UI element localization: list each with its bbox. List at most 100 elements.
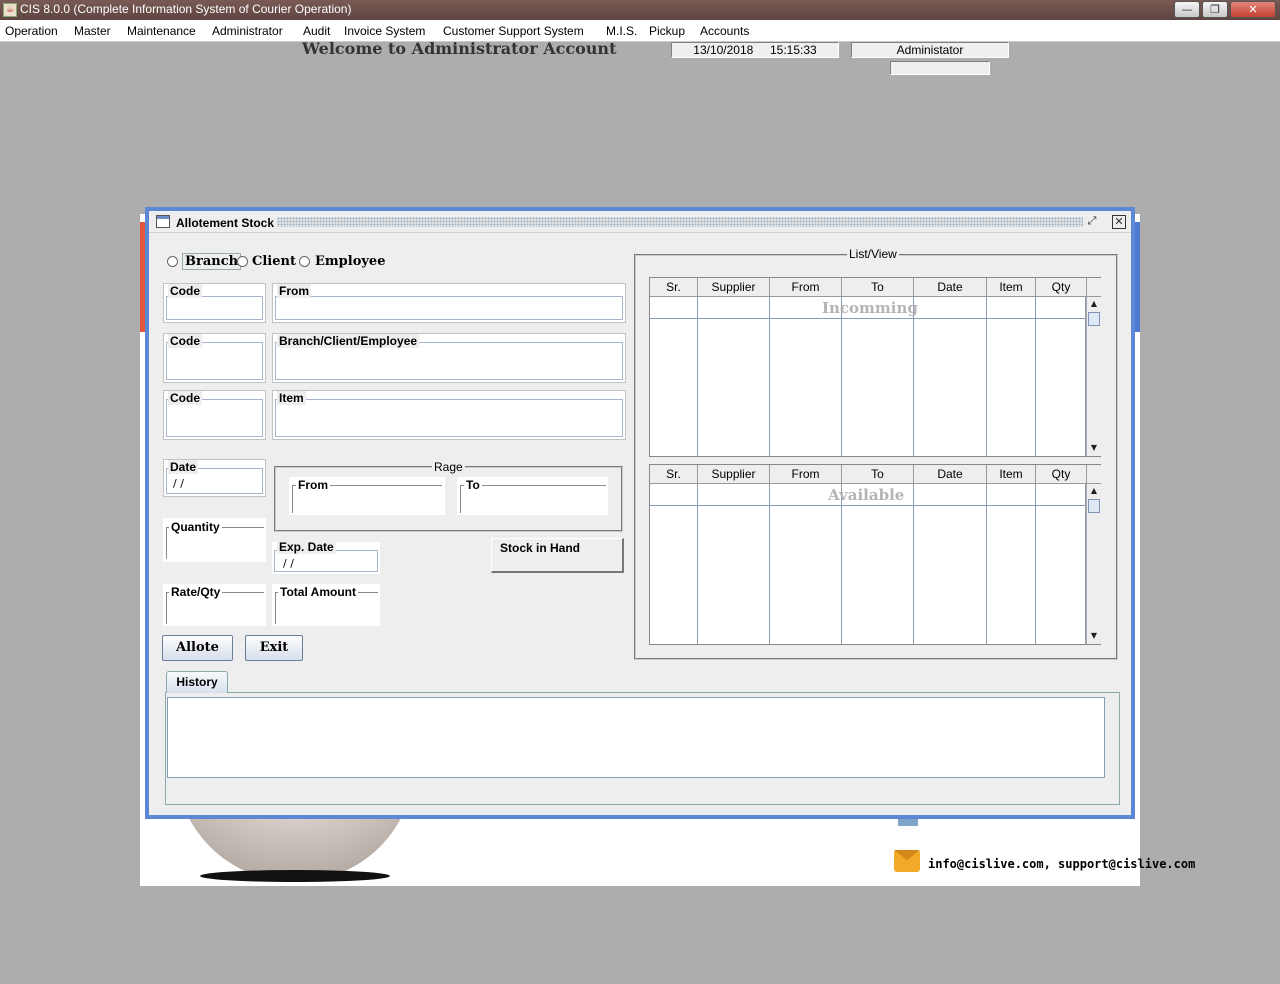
frame-title: Allotement Stock xyxy=(176,216,275,230)
available-col-from[interactable]: From xyxy=(770,465,842,484)
radio-employee[interactable] xyxy=(299,256,310,267)
title-bar-grip xyxy=(277,217,1083,227)
scroll-thumb[interactable] xyxy=(1088,499,1100,513)
restore-button[interactable]: ❐ xyxy=(1202,1,1228,18)
stock-in-hand-label: Stock in Hand xyxy=(500,541,581,555)
menu-master[interactable]: Master xyxy=(74,24,111,38)
exp-date-label: Exp. Date xyxy=(277,540,336,554)
quantity-label: Quantity xyxy=(169,520,222,534)
available-grid-col xyxy=(650,484,698,644)
incoming-table[interactable]: Sr. Supplier From To Date Item Qty Incom… xyxy=(649,277,1101,457)
date-text: 13/10/2018 xyxy=(693,43,754,57)
item-field[interactable] xyxy=(272,390,626,440)
item-label: Item xyxy=(277,391,306,405)
range-to-label: To xyxy=(464,478,482,492)
scroll-down-icon[interactable]: ▼ xyxy=(1087,629,1101,643)
incoming-watermark: Incomming xyxy=(822,299,918,317)
frame-close-icon[interactable]: ✕ xyxy=(1112,215,1126,229)
available-col-qty[interactable]: Qty xyxy=(1036,465,1087,484)
rate-qty-label: Rate/Qty xyxy=(169,585,223,599)
window-title-bar[interactable]: ☕ CIS 8.0.0 (Complete Information System… xyxy=(0,0,1280,20)
available-col-sr[interactable]: Sr. xyxy=(650,465,698,484)
branch-client-employee-label: Branch/Client/Employee xyxy=(277,334,420,348)
incoming-col-sr[interactable]: Sr. xyxy=(650,278,698,297)
incoming-col-item[interactable]: Item xyxy=(987,278,1036,297)
available-row-line xyxy=(650,505,1086,506)
incoming-grid-col xyxy=(987,297,1036,456)
date-label: Date xyxy=(168,460,199,474)
scroll-down-icon[interactable]: ▼ xyxy=(1087,441,1101,455)
scroll-up-icon[interactable]: ▲ xyxy=(1087,484,1101,498)
frame-maximize-icon[interactable]: ⤢ xyxy=(1085,215,1099,229)
radio-client[interactable] xyxy=(237,256,248,267)
available-col-item[interactable]: Item xyxy=(987,465,1036,484)
incoming-row-line xyxy=(650,318,1086,319)
mail-icon xyxy=(894,850,920,872)
available-col-to[interactable]: To xyxy=(842,465,914,484)
available-grid-col xyxy=(987,484,1036,644)
from-field[interactable] xyxy=(272,283,626,323)
range-from-label: From xyxy=(296,478,330,492)
menu-pickup[interactable]: Pickup xyxy=(649,24,685,38)
scroll-up-icon[interactable]: ▲ xyxy=(1087,297,1101,311)
incoming-grid-col xyxy=(650,297,698,456)
available-watermark: Available xyxy=(828,486,905,504)
time-text: 15:15:33 xyxy=(770,43,817,57)
incoming-col-qty[interactable]: Qty xyxy=(1036,278,1087,297)
menu-customer-support-system[interactable]: Customer Support System xyxy=(443,24,584,38)
available-grid-col xyxy=(698,484,770,644)
close-button[interactable]: ✕ xyxy=(1230,1,1276,18)
incoming-col-supplier[interactable]: Supplier xyxy=(698,278,770,297)
user-sub-display xyxy=(890,61,990,75)
incoming-grid-col xyxy=(770,297,842,456)
menu-operation[interactable]: Operation xyxy=(5,24,58,38)
available-grid-col xyxy=(1036,484,1086,644)
allote-button[interactable]: Allote xyxy=(162,635,233,661)
code-label-2: Code xyxy=(168,334,202,348)
radio-branch-label[interactable]: Branch xyxy=(182,253,242,270)
user-display: Administator xyxy=(851,42,1009,58)
incoming-scrollbar[interactable]: ▲ ▼ xyxy=(1086,297,1101,456)
promo-photo-shadow xyxy=(200,870,390,882)
code-label-3: Code xyxy=(168,391,202,405)
frame-title-bar[interactable]: Allotement Stock ⤢ ✕ xyxy=(149,211,1131,233)
menu-bar: Operation Master Maintenance Administrat… xyxy=(0,20,1280,42)
exit-button[interactable]: Exit xyxy=(245,635,303,661)
range-to-border xyxy=(460,485,606,513)
frame-window-icon xyxy=(156,215,170,228)
total-amount-label: Total Amount xyxy=(278,585,358,599)
available-table[interactable]: Sr. Supplier From To Date Item Qty Avail… xyxy=(649,464,1101,645)
available-col-date[interactable]: Date xyxy=(914,465,987,484)
available-grid-col xyxy=(842,484,914,644)
available-scrollbar[interactable]: ▲ ▼ xyxy=(1086,484,1101,644)
welcome-heading: Welcome to Administrator Account xyxy=(302,39,617,58)
tab-history[interactable]: History xyxy=(166,671,228,693)
incoming-col-date[interactable]: Date xyxy=(914,278,987,297)
menu-invoice-system[interactable]: Invoice System xyxy=(344,24,425,38)
incoming-header-corner xyxy=(1087,278,1101,297)
from-label: From xyxy=(277,284,311,298)
incoming-col-to[interactable]: To xyxy=(842,278,914,297)
code-label-1: Code xyxy=(168,284,202,298)
menu-maintenance[interactable]: Maintenance xyxy=(127,24,196,38)
incoming-grid-col xyxy=(914,297,987,456)
available-header-corner xyxy=(1087,465,1101,484)
incoming-col-from[interactable]: From xyxy=(770,278,842,297)
scroll-thumb[interactable] xyxy=(1088,312,1100,326)
radio-employee-label[interactable]: Employee xyxy=(315,254,385,269)
java-app-icon: ☕ xyxy=(3,3,17,17)
datetime-display: 13/10/2018 15:15:33 xyxy=(671,42,839,58)
menu-accounts[interactable]: Accounts xyxy=(700,24,749,38)
minimize-button[interactable]: — xyxy=(1174,1,1200,18)
history-text-area[interactable] xyxy=(167,697,1105,778)
menu-administrator[interactable]: Administrator xyxy=(212,24,283,38)
available-grid-col xyxy=(914,484,987,644)
menu-mis[interactable]: M.I.S. xyxy=(606,24,637,38)
range-label: Rage xyxy=(432,460,465,474)
radio-client-label[interactable]: Client xyxy=(252,254,296,269)
menu-audit[interactable]: Audit xyxy=(303,24,330,38)
incoming-grid-col xyxy=(842,297,914,456)
available-col-supplier[interactable]: Supplier xyxy=(698,465,770,484)
list-view-title: List/View xyxy=(847,247,899,261)
radio-branch[interactable] xyxy=(167,256,178,267)
